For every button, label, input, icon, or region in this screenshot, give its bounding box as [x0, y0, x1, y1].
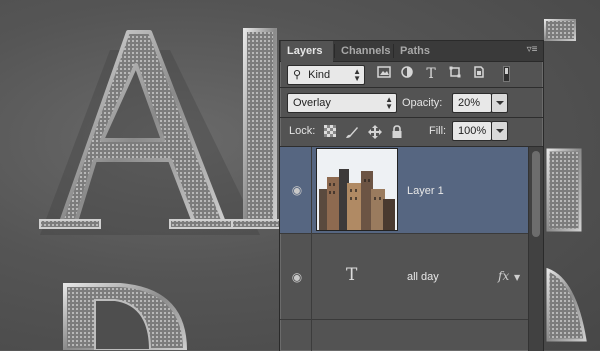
layer-name[interactable]: all day	[407, 271, 439, 283]
filter-toggle-icon[interactable]	[498, 66, 514, 82]
updown-arrows-icon: ▲ ▼	[385, 95, 393, 111]
shape-filter-icon[interactable]	[447, 66, 463, 82]
tab-layers[interactable]: Layers	[281, 41, 333, 62]
opacity-value: 20%	[458, 97, 481, 109]
panel-menu-icon[interactable]: ▿≡	[525, 44, 539, 56]
panel-divider	[280, 117, 543, 118]
layer-name[interactable]: Layer 1	[407, 185, 444, 197]
blend-mode-value: Overlay	[293, 97, 331, 109]
panel-divider	[280, 87, 543, 88]
search-icon: ⚲	[293, 69, 302, 81]
opacity-label: Opacity:	[402, 97, 443, 109]
lock-all-icon[interactable]	[390, 125, 404, 139]
layer-row-3[interactable]	[280, 320, 529, 351]
opacity-input[interactable]: 20%	[452, 93, 492, 113]
expand-effects-icon[interactable]: ▼	[514, 273, 520, 282]
lock-transparent-pixels-icon[interactable]	[323, 125, 337, 139]
eye-visibility-icon[interactable]: ◉	[284, 270, 310, 284]
layers-scrollbar[interactable]	[528, 147, 543, 351]
eye-column-divider	[311, 320, 312, 351]
image-filter-icon[interactable]	[376, 66, 392, 82]
tab-paths[interactable]: Paths	[394, 41, 436, 61]
adjustment-filter-icon[interactable]	[399, 66, 415, 82]
fx-label: fx	[498, 269, 510, 283]
fill-value: 100%	[458, 125, 487, 137]
layer-thumbnail	[316, 148, 398, 231]
scrollbar-thumb[interactable]	[532, 151, 540, 237]
city-buildings-thumbnail-image	[317, 149, 397, 230]
layer-effects-icon[interactable]: fx ▼	[498, 269, 520, 283]
layer-row-layer-1[interactable]: ◉ Layer 1	[280, 147, 529, 234]
smart-object-filter-icon[interactable]	[471, 66, 487, 82]
fill-label: Fill:	[429, 125, 447, 137]
right-letter-artwork	[544, 19, 587, 342]
eye-column-divider	[311, 234, 312, 320]
filter-kind-label: Kind	[308, 69, 331, 81]
updown-arrows-icon: ▲ ▼	[353, 67, 361, 83]
lock-label: Lock:	[289, 125, 316, 137]
layers-panel: Layers Channels Paths ▿≡ ⚲ Kind ▲ ▼ T Ove…	[279, 40, 544, 351]
layer-filter-kind-select[interactable]: ⚲ Kind ▲ ▼	[287, 65, 365, 85]
type-layer-icon: T	[346, 265, 358, 285]
opacity-slider-button[interactable]	[491, 93, 508, 113]
fill-slider-button[interactable]	[491, 121, 508, 141]
letter-d-artwork	[63, 283, 188, 350]
panel-tab-bar: Layers Channels Paths ▿≡	[280, 41, 543, 62]
lock-image-pixels-icon[interactable]	[345, 125, 359, 139]
eye-visibility-icon[interactable]: ◉	[284, 183, 310, 197]
lock-position-icon[interactable]	[368, 125, 382, 139]
tab-channels[interactable]: Channels	[335, 41, 392, 61]
fill-input[interactable]: 100%	[452, 121, 492, 141]
eye-column-divider	[311, 147, 312, 234]
type-filter-icon[interactable]: T	[423, 66, 439, 82]
layer-row-type[interactable]: ◉ T all day fx ▼	[280, 234, 529, 320]
blend-mode-select[interactable]: Overlay ▲ ▼	[287, 93, 397, 113]
